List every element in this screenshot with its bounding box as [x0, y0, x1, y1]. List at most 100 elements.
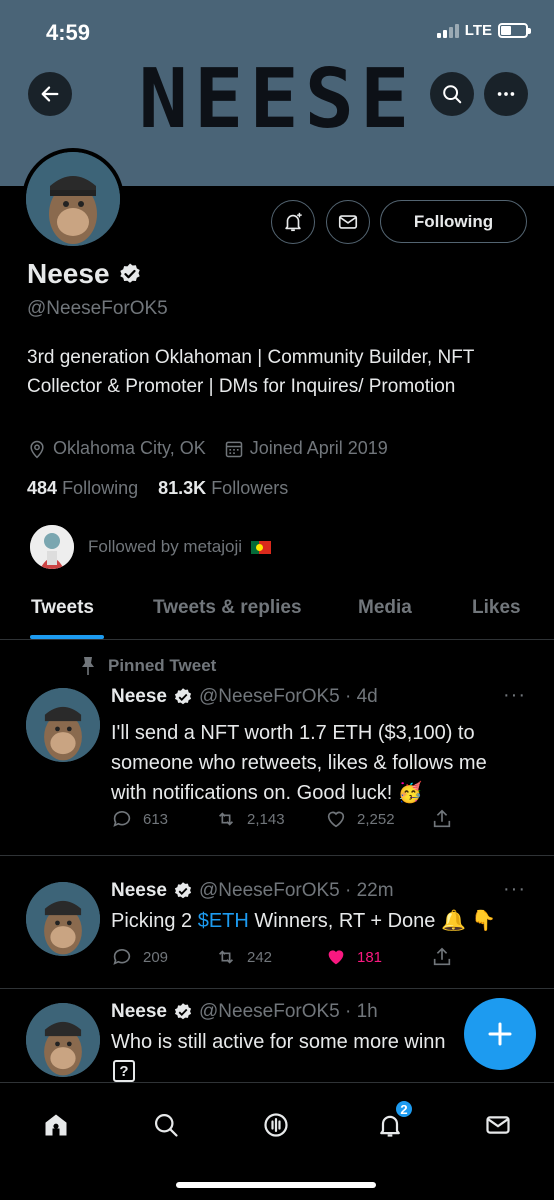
share-button[interactable]	[431, 946, 453, 968]
retweet-button[interactable]: 242	[215, 946, 325, 968]
tab-likes[interactable]: Likes	[472, 597, 521, 619]
reply-count: 613	[143, 810, 169, 828]
share-button[interactable]	[431, 808, 453, 830]
followed-by-text: Followed by metajoji	[88, 537, 243, 556]
envelope-icon	[338, 215, 358, 229]
followers-label: Followers	[211, 478, 289, 498]
reply-icon	[113, 810, 131, 827]
back-button[interactable]	[28, 72, 72, 116]
tweet-text: Who is still active for some more winn	[111, 1031, 446, 1053]
envelope-icon	[486, 1116, 510, 1134]
location-text: Oklahoma City, OK	[53, 438, 206, 458]
notification-count-badge: 2	[394, 1099, 414, 1119]
tweet-author-avatar[interactable]	[26, 1003, 100, 1077]
joined-text: Joined April 2019	[249, 438, 388, 458]
verified-badge-icon	[174, 688, 192, 705]
cashtag-link[interactable]: $ETH	[198, 910, 249, 932]
tweet-more-button[interactable]: ···	[503, 878, 526, 901]
search-icon	[443, 85, 462, 104]
more-options-button[interactable]	[484, 72, 528, 116]
plus-icon	[488, 1022, 512, 1046]
like-button[interactable]: 2,252	[325, 808, 431, 830]
heart-filled-icon	[328, 950, 344, 965]
like-button[interactable]: 181	[325, 946, 431, 968]
reply-count: 209	[143, 948, 169, 966]
joined-item: Joined April 2019	[224, 438, 388, 459]
tweet-text-start: Picking 2	[111, 910, 198, 932]
tab-media[interactable]: Media	[358, 597, 412, 619]
tab-tweets-replies[interactable]: Tweets & replies	[153, 597, 302, 619]
calendar-icon	[225, 441, 242, 457]
following-count-link[interactable]: 484 Following	[27, 478, 138, 498]
notify-toggle-button[interactable]	[271, 200, 315, 244]
tweet-handle: @NeeseForOK5 · 22m	[199, 880, 394, 901]
tweet-item[interactable]: Neese @NeeseForOK5 · 4d ··· I'll send a …	[0, 640, 554, 856]
retweet-button[interactable]: 2,143	[215, 808, 325, 830]
tweet-header: Neese @NeeseForOK5 · 4d	[111, 686, 378, 708]
profile-name: Neese	[27, 258, 110, 289]
bell-plus-icon	[285, 212, 302, 232]
tweet-more-button[interactable]: ···	[503, 684, 526, 707]
status-indicators: LTE	[436, 22, 531, 39]
status-time: 4:59	[46, 20, 91, 45]
reply-button[interactable]: 613	[111, 808, 215, 830]
profile-bio: 3rd generation Oklahoman | Community Bui…	[27, 347, 475, 397]
followers-count: 81.3K	[158, 478, 207, 498]
retweet-count: 242	[247, 948, 273, 966]
more-horizontal-icon	[497, 92, 515, 96]
home-icon	[45, 1114, 67, 1136]
network-label: LTE	[464, 22, 492, 39]
tweet-header: Neese @NeeseForOK5 · 22m	[111, 880, 394, 902]
tweet-author-name: Neese	[111, 686, 167, 707]
retweet-count: 2,143	[247, 810, 285, 828]
retweet-icon	[218, 950, 234, 964]
tweet-author-name: Neese	[111, 880, 167, 901]
tweet-author-avatar[interactable]	[26, 688, 100, 762]
tweet-actions: 209 242 181	[111, 946, 453, 968]
profile-avatar[interactable]	[22, 148, 124, 250]
nav-search[interactable]	[146, 1105, 186, 1145]
nav-notifications[interactable]: 2	[370, 1099, 414, 1145]
arrow-left-icon	[41, 86, 59, 102]
tab-tweets[interactable]: Tweets	[31, 597, 94, 619]
follow-counts: 484 Following 81.3K Followers	[27, 478, 288, 499]
home-indicator	[176, 1182, 376, 1188]
retweet-icon	[218, 812, 234, 826]
reply-icon	[113, 948, 131, 965]
followed-by-row[interactable]: Followed by metajoji	[30, 525, 271, 569]
tweet-handle: @NeeseForOK5 · 1h	[199, 1001, 378, 1022]
search-button[interactable]	[430, 72, 474, 116]
unknown-glyph-icon: ?	[113, 1060, 135, 1082]
following-button[interactable]: Following	[380, 200, 527, 243]
location-item: Oklahoma City, OK	[27, 438, 206, 459]
verified-badge-icon	[174, 1003, 192, 1020]
like-count: 2,252	[357, 810, 395, 828]
following-label: Following	[62, 478, 139, 498]
nav-spaces[interactable]	[256, 1105, 296, 1145]
tweet-text: I'll send a NFT worth 1.7 ETH ($3,100) t…	[111, 722, 487, 804]
tweet-author-avatar[interactable]	[26, 882, 100, 956]
spaces-microphone-icon	[264, 1113, 288, 1137]
battery-icon	[498, 23, 531, 38]
search-icon	[154, 1113, 178, 1137]
profile-name-row: Neese	[27, 258, 142, 290]
portugal-flag-icon	[250, 541, 271, 555]
followers-count-link[interactable]: 81.3K Followers	[158, 478, 288, 498]
follower-avatar	[30, 525, 74, 569]
following-count: 484	[27, 478, 58, 498]
verified-badge-icon	[174, 882, 192, 899]
nav-home[interactable]	[36, 1105, 76, 1145]
nav-messages[interactable]	[478, 1105, 518, 1145]
heart-icon	[327, 811, 345, 828]
tweet-item[interactable]: Neese @NeeseForOK5 · 22m ··· Picking 2 $…	[0, 856, 554, 989]
reply-button[interactable]: 209	[111, 946, 215, 968]
tweet-header: Neese @NeeseForOK5 · 1h	[111, 1001, 378, 1023]
compose-tweet-button[interactable]	[464, 998, 536, 1070]
location-pin-icon	[30, 440, 44, 458]
share-icon	[433, 947, 451, 966]
status-bar: 4:59 LTE	[0, 0, 554, 62]
profile-meta: Oklahoma City, OK Joined April 2019	[27, 438, 406, 459]
message-button[interactable]	[326, 200, 370, 244]
tweet-author-name: Neese	[111, 1001, 167, 1022]
like-count: 181	[357, 948, 383, 966]
